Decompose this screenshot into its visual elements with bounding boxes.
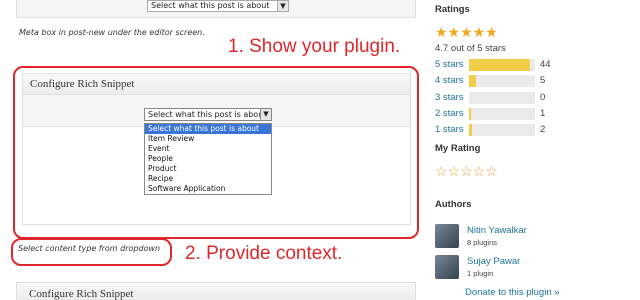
rating-bar [469, 92, 535, 104]
rating-row-3[interactable]: 3 stars 0 [435, 92, 640, 104]
metabox-caption: Select content type from dropdown [18, 244, 161, 253]
rating-bar [469, 75, 535, 87]
my-rating-stars[interactable]: ☆☆☆☆☆ [435, 163, 498, 180]
dropdown-option[interactable]: Item Review [145, 134, 271, 144]
rating-label[interactable]: 3 stars [435, 92, 464, 103]
rating-bar-fill [469, 108, 471, 120]
rating-count: 44 [540, 59, 551, 70]
chevron-down-icon: ▼ [260, 109, 271, 120]
rating-count: 1 [540, 108, 546, 119]
average-rating-stars: ★★★★★ [435, 24, 498, 40]
average-rating-text: 4.7 out of 5 stars [435, 43, 506, 54]
annotation-step-1: 1. Show your plugin. [228, 36, 401, 57]
plugin-sidebar: Ratings ★★★★★ 4.7 out of 5 stars 5 stars… [425, 0, 640, 300]
top-metabox-fragment: Select what this post is about ▼ [16, 0, 416, 18]
top-select-value: Select what this post is about [151, 1, 270, 10]
dropdown-option[interactable]: Software Application [145, 184, 271, 194]
rating-label[interactable]: 5 stars [435, 59, 464, 70]
author-item[interactable]: Sujay Pawar 1 plugin [435, 255, 635, 281]
avatar[interactable] [435, 224, 459, 248]
top-content-type-select[interactable]: Select what this post is about ▼ [147, 0, 289, 12]
rating-row-4[interactable]: 4 stars 5 [435, 75, 640, 87]
donate-link[interactable]: Donate to this plugin » [465, 287, 560, 298]
metabox-title: Configure Rich Snippet [23, 74, 410, 95]
rating-row-2[interactable]: 2 stars 1 [435, 108, 640, 120]
rating-count: 5 [540, 75, 546, 86]
dropdown-options-list: Select what this post is about Item Revi… [144, 123, 272, 195]
rich-snippet-metabox: Configure Rich Snippet Select what this … [22, 73, 411, 225]
dropdown-option[interactable]: People [145, 154, 271, 164]
my-rating-heading: My Rating [435, 143, 481, 154]
rating-label[interactable]: 1 stars [435, 124, 464, 135]
author-name[interactable]: Sujay Pawar [467, 256, 520, 267]
dropdown-option[interactable]: Select what this post is about [145, 124, 271, 134]
dropdown-option[interactable]: Event [145, 144, 271, 154]
rating-bar-fill [469, 59, 530, 71]
author-plugin-count: 1 plugin [467, 269, 494, 278]
rating-label[interactable]: 2 stars [435, 108, 464, 119]
dropdown-option[interactable]: Recipe [145, 174, 271, 184]
dropdown-option[interactable]: Product [145, 164, 271, 174]
bottom-metabox-title: Configure Rich Snippet [16, 282, 416, 300]
annotation-step-2: 2. Provide context. [185, 243, 343, 264]
rating-bar [469, 124, 535, 136]
rating-count: 2 [540, 124, 546, 135]
rating-row-1[interactable]: 1 stars 2 [435, 124, 640, 136]
content-type-dropdown[interactable]: Select what this post is about ▼ [144, 108, 272, 121]
top-caption: Meta box in post-new under the editor sc… [19, 28, 205, 37]
rating-bar [469, 59, 535, 71]
chevron-down-icon: ▼ [277, 1, 288, 11]
dropdown-value: Select what this post is about [148, 110, 267, 119]
rating-bar [469, 108, 535, 120]
ratings-heading: Ratings [435, 4, 470, 15]
rating-count: 0 [540, 92, 546, 103]
author-plugin-count: 8 plugins [467, 238, 498, 247]
rating-bar-fill [469, 75, 476, 87]
rating-row-5[interactable]: 5 stars 44 [435, 59, 640, 71]
author-item[interactable]: Nitin Yawalkar 8 plugins [435, 224, 635, 250]
screenshot-area: Select what this post is about ▼ Meta bo… [0, 0, 425, 300]
rating-label[interactable]: 4 stars [435, 75, 464, 86]
rating-bar-fill [469, 124, 472, 136]
avatar[interactable] [435, 255, 459, 279]
author-name[interactable]: Nitin Yawalkar [467, 225, 527, 236]
authors-heading: Authors [435, 199, 472, 210]
